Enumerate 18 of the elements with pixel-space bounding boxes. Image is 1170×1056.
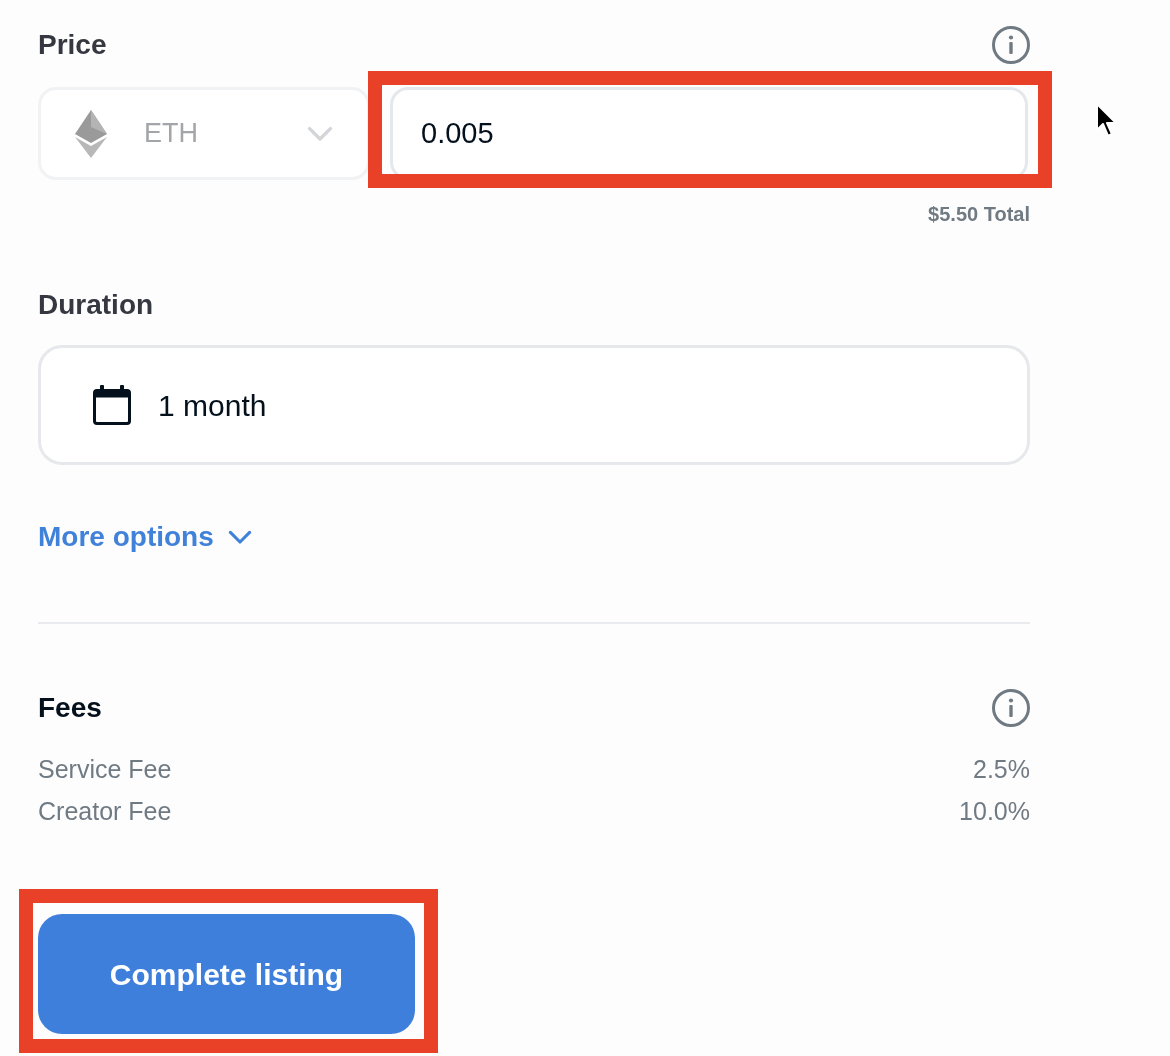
fees-label: Fees bbox=[38, 691, 102, 725]
info-icon[interactable] bbox=[992, 26, 1030, 64]
info-icon[interactable] bbox=[992, 689, 1030, 727]
calendar-icon bbox=[93, 385, 131, 425]
duration-value: 1 month bbox=[158, 387, 267, 424]
diamond-icon bbox=[75, 109, 107, 158]
total-price: $5.50 Total bbox=[928, 202, 1030, 226]
fee-name: Service Fee bbox=[38, 754, 172, 786]
price-label: Price bbox=[38, 28, 107, 62]
duration-field[interactable]: 1 month bbox=[38, 345, 1030, 465]
complete-listing-button[interactable]: Complete listing bbox=[38, 914, 415, 1034]
fee-value: 2.5% bbox=[973, 754, 1030, 786]
fee-name: Creator Fee bbox=[38, 796, 172, 828]
currency-label: ETH bbox=[144, 117, 198, 151]
chevron-icon bbox=[307, 125, 333, 142]
more-options-link[interactable]: More options bbox=[38, 519, 252, 555]
duration-label: Duration bbox=[38, 288, 154, 322]
fee-value: 10.0% bbox=[959, 796, 1030, 828]
